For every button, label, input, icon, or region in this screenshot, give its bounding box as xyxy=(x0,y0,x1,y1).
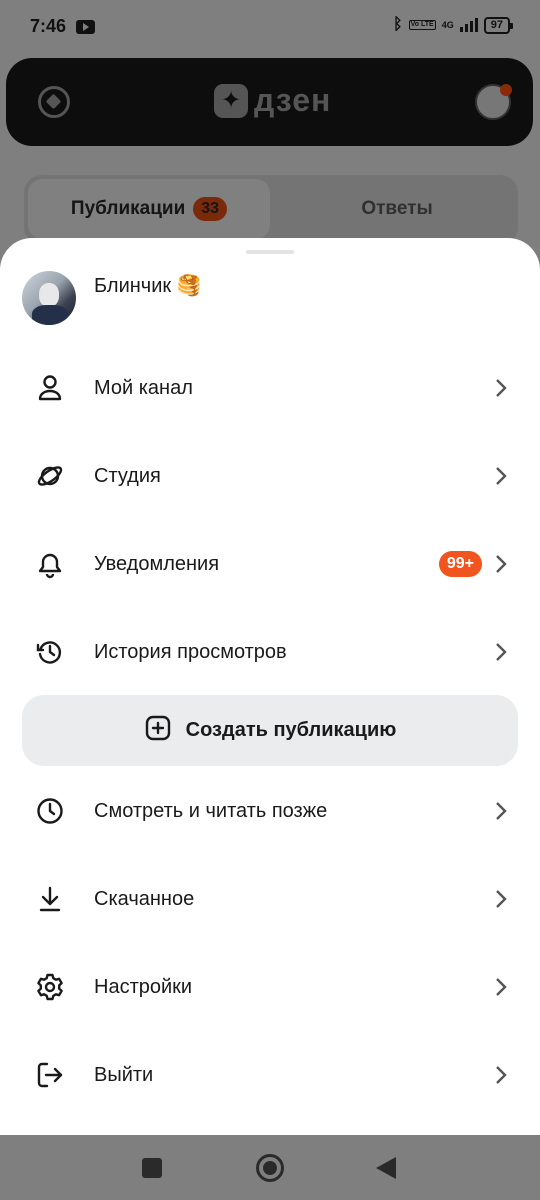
menu-item-label: Уведомления xyxy=(94,552,220,575)
profile-header[interactable]: Блинчик 🥞 xyxy=(22,271,202,325)
create-publication-label: Создать публикацию xyxy=(185,719,397,741)
menu-item-label: История просмотров xyxy=(94,640,287,663)
home-button[interactable] xyxy=(256,1154,284,1182)
sheet-drag-handle[interactable] xyxy=(246,250,294,254)
menu-item-label: Смотреть и читать позже xyxy=(94,799,328,822)
network-type: 4G xyxy=(441,19,454,30)
menu-item-studio[interactable]: Студия xyxy=(0,441,540,511)
profile-menu-sheet: Блинчик 🥞 Мой канал Студия Уведомления 9… xyxy=(0,238,540,1135)
menu-item-label: Студия xyxy=(94,464,161,487)
bluetooth-icon: ᛒ xyxy=(393,16,403,33)
logout-icon xyxy=(34,1059,66,1091)
header-avatar[interactable] xyxy=(475,84,512,120)
chevron-right-icon xyxy=(494,799,508,823)
notification-dot xyxy=(500,84,512,96)
volte-icon: Vo LTE xyxy=(408,20,436,30)
chevron-right-icon xyxy=(494,640,508,664)
back-button[interactable] xyxy=(376,1157,396,1179)
status-time: 7:46 xyxy=(30,16,67,36)
menu-item-watch-later[interactable]: Смотреть и читать позже xyxy=(0,776,540,846)
youtube-icon xyxy=(76,20,95,34)
menu-item-label: Скачанное xyxy=(94,887,195,910)
menu-item-logout[interactable]: Выйти xyxy=(0,1040,540,1110)
planet-icon xyxy=(34,460,66,492)
avatar xyxy=(22,271,76,325)
chevron-right-icon xyxy=(494,887,508,911)
person-icon xyxy=(34,372,66,404)
menu-item-label: Настройки xyxy=(94,975,193,998)
app-header: дзен xyxy=(6,58,533,146)
create-publication-button[interactable]: Создать публикацию xyxy=(22,695,518,766)
menu-item-downloads[interactable]: Скачанное xyxy=(0,864,540,934)
content-tabs: Публикации 33 Ответы xyxy=(24,175,518,245)
publications-count-badge: 33 xyxy=(193,197,228,221)
download-icon xyxy=(34,883,66,915)
signal-icon xyxy=(459,18,478,32)
compass-icon[interactable] xyxy=(38,86,70,118)
profile-name: Блинчик 🥞 xyxy=(94,275,202,297)
status-icons: ᛒ Vo LTE 4G 97 xyxy=(393,16,514,34)
chevron-right-icon xyxy=(494,1063,508,1087)
menu-item-label: Выйти xyxy=(94,1063,154,1086)
menu-item-notifications[interactable]: Уведомления 99+ xyxy=(0,529,540,599)
tab-answers[interactable]: Ответы xyxy=(282,179,512,239)
tab-answers-label: Ответы xyxy=(361,198,433,219)
chevron-right-icon xyxy=(494,464,508,488)
recents-button[interactable] xyxy=(142,1158,162,1178)
plus-square-icon xyxy=(144,714,172,747)
zen-logo-icon xyxy=(214,83,248,118)
chevron-right-icon xyxy=(494,552,508,576)
chevron-right-icon xyxy=(494,975,508,999)
system-nav-bar xyxy=(0,1135,540,1200)
menu-item-settings[interactable]: Настройки xyxy=(0,952,540,1022)
menu-item-my-channel[interactable]: Мой канал xyxy=(0,353,540,423)
clock-icon xyxy=(34,795,66,827)
chevron-right-icon xyxy=(494,376,508,400)
app-logo: дзен xyxy=(214,82,331,119)
battery-indicator: 97 xyxy=(483,16,514,34)
notifications-count-badge: 99+ xyxy=(438,551,482,577)
bell-icon xyxy=(34,548,66,580)
tab-publications[interactable]: Публикации 33 xyxy=(28,179,270,239)
tab-publications-label: Публикации xyxy=(70,198,186,219)
menu-item-history[interactable]: История просмотров xyxy=(0,617,540,687)
status-bar: 7:46 ᛒ Vo LTE 4G 97 xyxy=(0,0,540,56)
gear-icon xyxy=(34,971,66,1003)
history-icon xyxy=(34,636,66,668)
logo-text: дзен xyxy=(254,82,332,118)
menu-item-label: Мой канал xyxy=(94,376,193,399)
